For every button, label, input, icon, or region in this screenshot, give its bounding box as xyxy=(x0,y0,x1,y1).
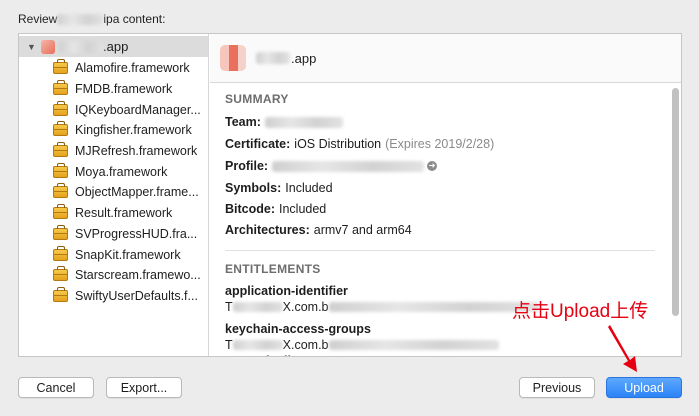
entitlement-value-mid: X.com.b xyxy=(282,338,329,352)
framework-label: SVProgressHUD.fra... xyxy=(75,226,198,241)
dialog-title-suffix: ipa content: xyxy=(103,12,166,26)
entitlement-key: keychain-access-groups xyxy=(225,322,371,336)
redacted-team-id xyxy=(232,340,283,350)
symbols-label: Symbols: xyxy=(225,181,282,195)
upload-annotation: 点击Upload上传 xyxy=(512,301,649,322)
previous-button[interactable]: Previous xyxy=(519,377,595,398)
bitcode-label: Bitcode: xyxy=(225,202,275,216)
symbols-row: Symbols: Included xyxy=(225,181,333,195)
toolbox-icon xyxy=(53,59,68,75)
framework-item[interactable]: Result.framework xyxy=(19,203,208,224)
section-divider xyxy=(225,250,655,251)
toolbox-icon xyxy=(53,286,68,302)
redacted-app-name xyxy=(57,13,104,25)
toolbox-icon xyxy=(53,245,68,261)
architectures-label: Architectures: xyxy=(225,223,310,237)
app-icon xyxy=(220,45,246,71)
toolbox-icon xyxy=(53,204,68,220)
redacted-team-id xyxy=(232,302,283,312)
framework-item[interactable]: FMDB.framework xyxy=(19,79,208,100)
export-button[interactable]: Export... xyxy=(106,377,182,398)
entitlement-key-partial: get-task-allow xyxy=(225,354,308,356)
framework-item[interactable]: Kingfisher.framework xyxy=(19,120,208,141)
framework-label: SnapKit.framework xyxy=(75,247,181,262)
framework-label: Kingfisher.framework xyxy=(75,123,192,138)
dialog-title: Review ipa content: xyxy=(18,12,165,26)
profile-label: Profile: xyxy=(225,159,269,173)
app-header: .app xyxy=(210,34,681,83)
redacted-app-name xyxy=(59,40,103,53)
toolbox-icon xyxy=(53,183,68,199)
symbols-value: Included xyxy=(285,181,333,195)
architectures-row: Architectures: armv7 and arm64 xyxy=(225,223,412,237)
tree-root-label: .app xyxy=(103,39,129,54)
redacted-app-name xyxy=(256,52,290,64)
dialog-title-prefix: Review xyxy=(18,12,58,26)
framework-label: SwiftyUserDefaults.f... xyxy=(75,288,198,303)
entitlement-value-prefix: T xyxy=(225,338,233,352)
framework-item[interactable]: SVProgressHUD.fra... xyxy=(19,224,208,245)
framework-item[interactable]: Moya.framework xyxy=(19,161,208,182)
entitlements-heading: ENTITLEMENTS xyxy=(225,262,321,276)
framework-label: IQKeyboardManager... xyxy=(75,102,201,117)
certificate-row: Certificate: iOS Distribution (Expires 2… xyxy=(225,137,494,151)
framework-item[interactable]: Starscream.framewo... xyxy=(19,265,208,286)
file-tree: ▼ .app Alamofire.framework FMDB.framework… xyxy=(19,34,209,356)
framework-item[interactable]: IQKeyboardManager... xyxy=(19,99,208,120)
toolbox-icon xyxy=(53,142,68,158)
framework-item[interactable]: MJRefresh.framework xyxy=(19,141,208,162)
toolbox-icon xyxy=(53,224,68,240)
framework-label: Alamofire.framework xyxy=(75,61,190,76)
framework-label: Result.framework xyxy=(75,206,173,221)
app-icon xyxy=(41,39,55,54)
framework-label: MJRefresh.framework xyxy=(75,144,198,159)
framework-item[interactable]: ObjectMapper.frame... xyxy=(19,182,208,203)
entitlement-value-prefix: T xyxy=(225,300,233,314)
certificate-expiry: (Expires 2019/2/28) xyxy=(385,137,495,151)
framework-list: Alamofire.framework FMDB.framework IQKeybo… xyxy=(19,58,208,306)
certificate-value: iOS Distribution xyxy=(294,137,382,151)
summary-heading: SUMMARY xyxy=(225,92,289,106)
entitlement-key: application-identifier xyxy=(225,284,348,298)
entitlement-value-mid: X.com.b xyxy=(282,300,329,314)
toolbox-icon xyxy=(53,100,68,116)
arrow-circle-icon[interactable]: ➜ xyxy=(427,161,438,171)
disclosure-triangle-icon[interactable]: ▼ xyxy=(27,42,39,52)
redacted-bundle-id xyxy=(328,302,539,312)
toolbox-icon xyxy=(53,162,68,178)
framework-item[interactable]: SwiftyUserDefaults.f... xyxy=(19,286,208,307)
detail-scrollbar[interactable] xyxy=(672,88,679,316)
bitcode-row: Bitcode: Included xyxy=(225,202,326,216)
certificate-label: Certificate: xyxy=(225,137,291,151)
tree-root-app[interactable]: ▼ .app xyxy=(19,36,208,57)
app-header-label: .app xyxy=(291,50,317,66)
entitlement-value: T X.com.b xyxy=(225,338,499,352)
redacted-bundle-id xyxy=(328,340,499,350)
toolbox-icon xyxy=(53,266,68,282)
framework-label: Starscream.framewo... xyxy=(75,268,201,283)
framework-item[interactable]: SnapKit.framework xyxy=(19,244,208,265)
framework-label: Moya.framework xyxy=(75,164,168,179)
redacted-profile xyxy=(272,160,425,172)
cancel-button[interactable]: Cancel xyxy=(18,377,94,398)
toolbox-icon xyxy=(53,121,68,137)
bitcode-value: Included xyxy=(279,202,327,216)
framework-label: ObjectMapper.frame... xyxy=(75,185,199,200)
profile-row: Profile: ➜ xyxy=(225,159,438,173)
upload-button[interactable]: Upload xyxy=(606,377,682,398)
redacted-team xyxy=(264,116,343,128)
team-row: Team: xyxy=(225,115,343,129)
toolbox-icon xyxy=(53,80,68,96)
architectures-value: armv7 and arm64 xyxy=(313,223,412,237)
team-label: Team: xyxy=(225,115,261,129)
framework-item[interactable]: Alamofire.framework xyxy=(19,58,208,79)
red-arrow-icon xyxy=(608,325,637,372)
framework-label: FMDB.framework xyxy=(75,82,173,97)
entitlement-value: T X.com.b xyxy=(225,300,539,314)
